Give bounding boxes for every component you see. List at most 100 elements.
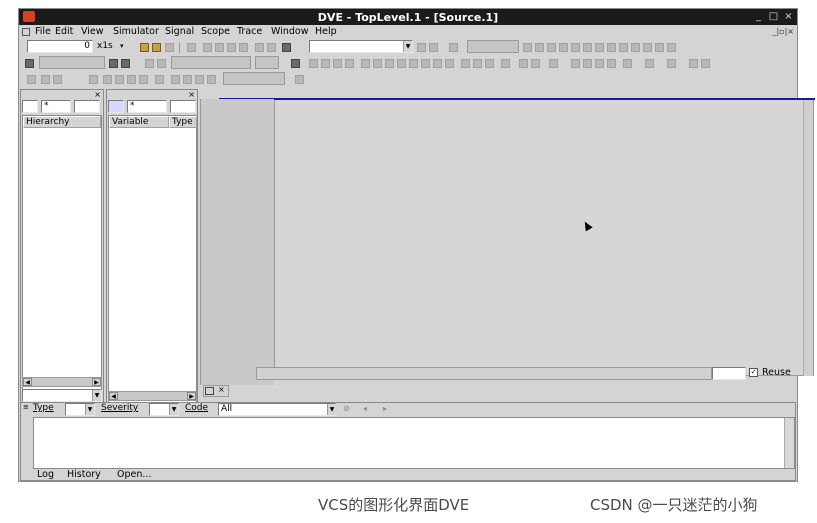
zoom-out-icon[interactable] [321,59,330,68]
code-filter-combo[interactable]: All [218,403,336,416]
cursor-left-icon[interactable] [361,59,370,68]
view-3-icon[interactable] [667,59,676,68]
view-5-icon[interactable] [701,59,710,68]
restart-icon[interactable] [109,59,118,68]
print-icon[interactable] [187,43,196,52]
chevron-down-icon[interactable]: ▼ [327,404,336,415]
trace-tool-2-icon[interactable] [41,75,50,84]
view-4-icon[interactable] [689,59,698,68]
hierarchy-depth-combo[interactable] [74,100,100,113]
wave-tool-2-icon[interactable] [535,43,544,52]
severity-filter-combo[interactable]: ▼ [149,403,179,416]
schematic-icon[interactable] [571,59,580,68]
search-combo[interactable]: ▼ [309,40,413,53]
menu-signal[interactable]: Signal [165,26,194,37]
copy-icon[interactable] [215,43,224,52]
pane-close-icon[interactable]: × [94,90,101,99]
trace-tool-8-icon[interactable] [139,75,148,84]
scroll-right-icon[interactable]: ▶ [187,392,196,400]
compare-icon[interactable] [549,59,558,68]
variable-column-header[interactable]: Variable [109,116,169,128]
wave-tool-9-icon[interactable] [619,43,628,52]
group-icon[interactable] [461,59,470,68]
expand-icon[interactable] [473,59,482,68]
trace-tool-13-icon[interactable] [207,75,216,84]
edge-next-icon[interactable] [397,59,406,68]
trace-tool-1-icon[interactable] [27,75,36,84]
continue-icon[interactable] [121,59,130,68]
wave-tool-1-icon[interactable] [523,43,532,52]
console-vscrollbar[interactable] [784,418,794,468]
color-icon[interactable] [531,59,540,68]
view-1-icon[interactable] [623,59,632,68]
collapse-icon[interactable] [485,59,494,68]
trace-tool-5-icon[interactable] [103,75,112,84]
mdi-window-controls[interactable]: _|▫|× [772,27,794,36]
source-line-input[interactable] [712,367,746,380]
redo-icon[interactable] [267,43,276,52]
tab-log[interactable]: Log [37,469,54,480]
trace-tool-6-icon[interactable] [115,75,124,84]
variable-hscrollbar[interactable]: ◀ ▶ [108,391,197,401]
menu-scope[interactable]: Scope [201,26,230,37]
wave-tool-10-icon[interactable] [631,43,640,52]
marker-3-icon[interactable] [433,59,442,68]
trace-tool-7-icon[interactable] [127,75,136,84]
wave-tool-3-icon[interactable] [547,43,556,52]
trace-tool-3-icon[interactable] [53,75,62,84]
source-vscrollbar[interactable] [803,100,813,376]
sim-time-input[interactable]: 0 [27,40,93,53]
cursor-right-icon[interactable] [373,59,382,68]
hierarchy-bottom-combo[interactable]: ▼ [22,389,102,402]
console-prev-icon[interactable]: ◂ [363,404,367,413]
type-column-header[interactable]: Type [169,116,197,128]
undo-icon[interactable] [255,43,264,52]
find-binoculars-icon[interactable] [282,43,291,52]
find-prev-icon[interactable] [429,43,438,52]
marker-4-icon[interactable] [445,59,454,68]
hierarchy-hscrollbar[interactable]: ◀ ▶ [22,377,102,387]
console-log-area[interactable] [33,417,795,469]
close-icon[interactable]: × [218,385,225,394]
chevron-down-icon[interactable]: ▼ [169,404,178,415]
trace-tool-11-icon[interactable] [183,75,192,84]
title-bar[interactable]: DVE - TopLevel.1 - [Source.1] _ □ × [19,9,797,25]
trace-tool-14-icon[interactable] [295,75,304,84]
find-next-icon[interactable] [417,43,426,52]
source-tab[interactable]: × [203,385,229,397]
wave-tool-6-icon[interactable] [583,43,592,52]
tab-open[interactable]: Open... [117,469,151,480]
variable-type-combo[interactable] [108,100,124,113]
source-view[interactable] [219,98,815,376]
chevron-down-icon[interactable]: ▼ [85,404,94,415]
view-2-icon[interactable] [645,59,654,68]
menu-trace[interactable]: Trace [237,26,262,37]
time-unit-dropdown-icon[interactable]: ▾ [120,42,124,50]
time-unit-select[interactable]: x1s [97,41,113,51]
zoom-fit-icon[interactable] [333,59,342,68]
console-next-icon[interactable]: ▸ [383,404,387,413]
source-hscrollbar[interactable] [256,367,712,380]
variable-filter-input[interactable]: * [127,100,167,113]
wave-tool-11-icon[interactable] [643,43,652,52]
reuse-checkbox[interactable]: ✓ [749,368,758,377]
menu-edit[interactable]: Edit [55,26,73,37]
hierarchy-filter-input[interactable]: * [41,100,71,113]
save-icon[interactable] [165,43,174,52]
pane-close-icon[interactable]: × [188,90,195,99]
trace-tool-9-icon[interactable] [155,75,164,84]
scroll-left-icon[interactable]: ◀ [109,392,118,400]
paste-icon[interactable] [227,43,236,52]
hierarchy-column-header[interactable]: Hierarchy [23,116,101,128]
marker-icon[interactable] [409,59,418,68]
wave-tool-7-icon[interactable] [595,43,604,52]
list-icon[interactable] [595,59,604,68]
type-filter-combo[interactable]: ▼ [65,403,95,416]
trace-tool-12-icon[interactable] [195,75,204,84]
open-folder-icon[interactable] [140,43,149,52]
chevron-down-icon[interactable]: ▼ [92,390,101,401]
marker-2-icon[interactable] [421,59,430,68]
trace-tool-4-icon[interactable] [89,75,98,84]
console-filter-apply-icon[interactable]: ⊘ [343,404,350,413]
step-forward-icon[interactable] [157,59,166,68]
